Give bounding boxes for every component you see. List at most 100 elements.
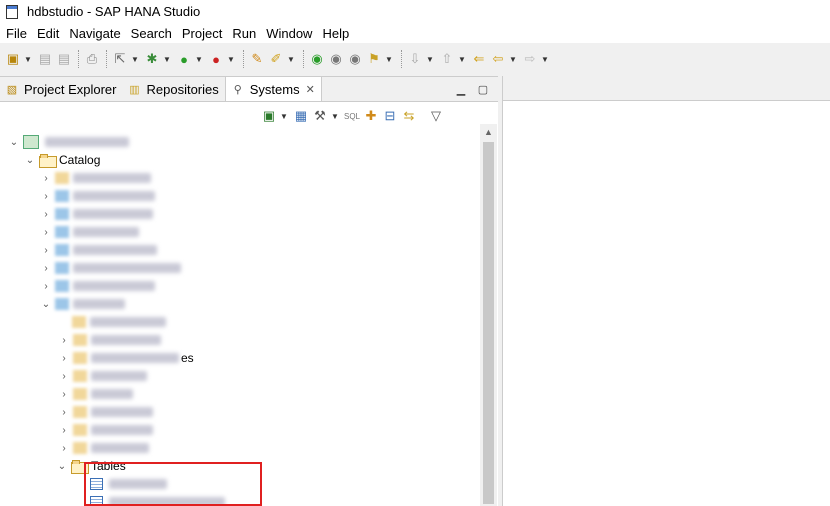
- collapse-all-icon[interactable]: ⊟: [381, 107, 399, 125]
- chevron-right-icon[interactable]: ›: [58, 335, 70, 346]
- chevron-right-icon[interactable]: ›: [40, 245, 52, 256]
- sql-console-icon[interactable]: SQL: [343, 107, 361, 125]
- chevron-right-icon[interactable]: ›: [40, 227, 52, 238]
- tree-item-folder[interactable]: ›: [58, 331, 161, 349]
- chevron-down-icon[interactable]: ⌄: [56, 461, 68, 472]
- menu-edit[interactable]: Edit: [37, 26, 59, 41]
- tree-item-schema[interactable]: ›: [40, 259, 181, 277]
- tree-item-catalog[interactable]: ⌄ Catalog: [24, 151, 100, 169]
- tree-item-folder[interactable]: › es: [58, 349, 193, 367]
- open-type-icon[interactable]: ✎: [248, 50, 266, 68]
- tree-item-folder[interactable]: ›: [58, 385, 133, 403]
- chevron-right-icon[interactable]: ›: [58, 371, 70, 382]
- tab-repositories[interactable]: ▥ Repositories: [122, 77, 224, 101]
- external-tools-icon[interactable]: ●: [207, 50, 225, 68]
- chevron-right-icon[interactable]: ›: [58, 425, 70, 436]
- debug-icon[interactable]: ✱: [143, 50, 161, 68]
- tree-item-schema[interactable]: ›: [40, 187, 155, 205]
- tab-systems[interactable]: ⚲ Systems ✕: [224, 76, 322, 101]
- tree-scrollbar[interactable]: ▲: [480, 124, 497, 506]
- chevron-down-icon[interactable]: ⌄: [24, 155, 36, 166]
- new-dropdown-icon[interactable]: ▼: [23, 50, 33, 68]
- forward-dropdown-icon[interactable]: ▼: [540, 50, 550, 68]
- view-menu-icon[interactable]: ▽: [427, 107, 445, 125]
- tree-item-folder[interactable]: ›: [58, 403, 153, 421]
- menu-window[interactable]: Window: [266, 26, 312, 41]
- chevron-right-icon[interactable]: ›: [40, 209, 52, 220]
- tree-item-schema[interactable]: ›: [40, 277, 155, 295]
- tree-item-column-views[interactable]: [72, 313, 166, 331]
- chevron-right-icon[interactable]: ›: [58, 353, 70, 364]
- print-icon[interactable]: ⎙: [83, 50, 101, 68]
- check-icon[interactable]: ◉: [346, 50, 364, 68]
- minimize-icon[interactable]: ▁: [454, 82, 468, 96]
- find-object-icon[interactable]: ✚: [362, 107, 380, 125]
- tab-project-explorer[interactable]: ▧ Project Explorer: [0, 77, 122, 101]
- last-edit-icon[interactable]: ⇐: [470, 50, 488, 68]
- menu-help[interactable]: Help: [322, 26, 349, 41]
- annotation-icon[interactable]: ⚑: [365, 50, 383, 68]
- tree-item-schema[interactable]: ›: [40, 205, 153, 223]
- forward-icon[interactable]: ⇨: [521, 50, 539, 68]
- debug-dropdown-icon[interactable]: ▼: [162, 50, 172, 68]
- tree-item-schema[interactable]: ›: [40, 241, 157, 259]
- prev-edit-dropdown-icon[interactable]: ▼: [457, 50, 467, 68]
- chevron-down-icon[interactable]: ⌄: [8, 137, 20, 148]
- stop-icon[interactable]: ◉: [327, 50, 345, 68]
- add-system-dropdown-icon[interactable]: ▼: [279, 107, 289, 125]
- menu-run[interactable]: Run: [232, 26, 256, 41]
- save-all-icon[interactable]: ▤: [55, 50, 73, 68]
- link-editor-icon[interactable]: ⇆: [400, 107, 418, 125]
- skip-dropdown-icon[interactable]: ▼: [130, 50, 140, 68]
- back-icon[interactable]: ⇦: [489, 50, 507, 68]
- run-icon[interactable]: ●: [175, 50, 193, 68]
- new-icon[interactable]: ▣: [4, 50, 22, 68]
- back-dropdown-icon[interactable]: ▼: [508, 50, 518, 68]
- next-edit-icon[interactable]: ⇩: [406, 50, 424, 68]
- scroll-up-icon[interactable]: ▲: [480, 124, 497, 139]
- prev-edit-icon[interactable]: ⇧: [438, 50, 456, 68]
- folder-icon: [73, 352, 87, 364]
- systems-tree: ⌄ ⌄ Catalog › › › › › › › ⌄ › › es › › ›…: [0, 127, 480, 506]
- tab-label: Project Explorer: [24, 81, 117, 97]
- next-annotation-icon[interactable]: ◉: [308, 50, 326, 68]
- chevron-right-icon[interactable]: ›: [40, 173, 52, 184]
- tree-item-system[interactable]: ⌄: [8, 133, 129, 151]
- menu-project[interactable]: Project: [182, 26, 222, 41]
- close-icon[interactable]: ✕: [306, 83, 315, 96]
- next-edit-dropdown-icon[interactable]: ▼: [425, 50, 435, 68]
- configuration-icon[interactable]: ⚒: [311, 107, 329, 125]
- tree-item-schema[interactable]: ›: [40, 223, 139, 241]
- menu-navigate[interactable]: Navigate: [69, 26, 120, 41]
- external-dropdown-icon[interactable]: ▼: [226, 50, 236, 68]
- chevron-right-icon[interactable]: ›: [40, 263, 52, 274]
- annotation-dropdown-icon[interactable]: ▼: [384, 50, 394, 68]
- menu-file[interactable]: File: [6, 26, 27, 41]
- save-icon[interactable]: ▤: [36, 50, 54, 68]
- tree-item-schema[interactable]: ›: [40, 169, 151, 187]
- menu-search[interactable]: Search: [131, 26, 172, 41]
- editor-area: [502, 76, 830, 506]
- schema-icon: [55, 244, 69, 256]
- chevron-right-icon[interactable]: ›: [58, 407, 70, 418]
- open-task-icon[interactable]: ✐: [267, 50, 285, 68]
- chevron-right-icon[interactable]: ›: [58, 443, 70, 454]
- chevron-right-icon[interactable]: ›: [40, 191, 52, 202]
- maximize-icon[interactable]: ▢: [476, 82, 490, 96]
- task-dropdown-icon[interactable]: ▼: [286, 50, 296, 68]
- tree-item-folder[interactable]: ›: [58, 421, 153, 439]
- scrollbar-thumb[interactable]: [483, 142, 494, 504]
- folder-icon: [55, 172, 69, 184]
- chevron-right-icon[interactable]: ›: [58, 389, 70, 400]
- tree-item-schema-expanded[interactable]: ⌄: [40, 295, 125, 313]
- folder-icon: [73, 406, 87, 418]
- run-dropdown-icon[interactable]: ▼: [194, 50, 204, 68]
- administration-icon[interactable]: ▦: [292, 107, 310, 125]
- configuration-dropdown-icon[interactable]: ▼: [330, 107, 340, 125]
- chevron-down-icon[interactable]: ⌄: [40, 299, 52, 310]
- tree-item-folder[interactable]: ›: [58, 367, 147, 385]
- skip-breakpoints-icon[interactable]: ⇱: [111, 50, 129, 68]
- add-system-icon[interactable]: ▣: [260, 107, 278, 125]
- chevron-right-icon[interactable]: ›: [40, 281, 52, 292]
- tree-item-folder[interactable]: ›: [58, 439, 149, 457]
